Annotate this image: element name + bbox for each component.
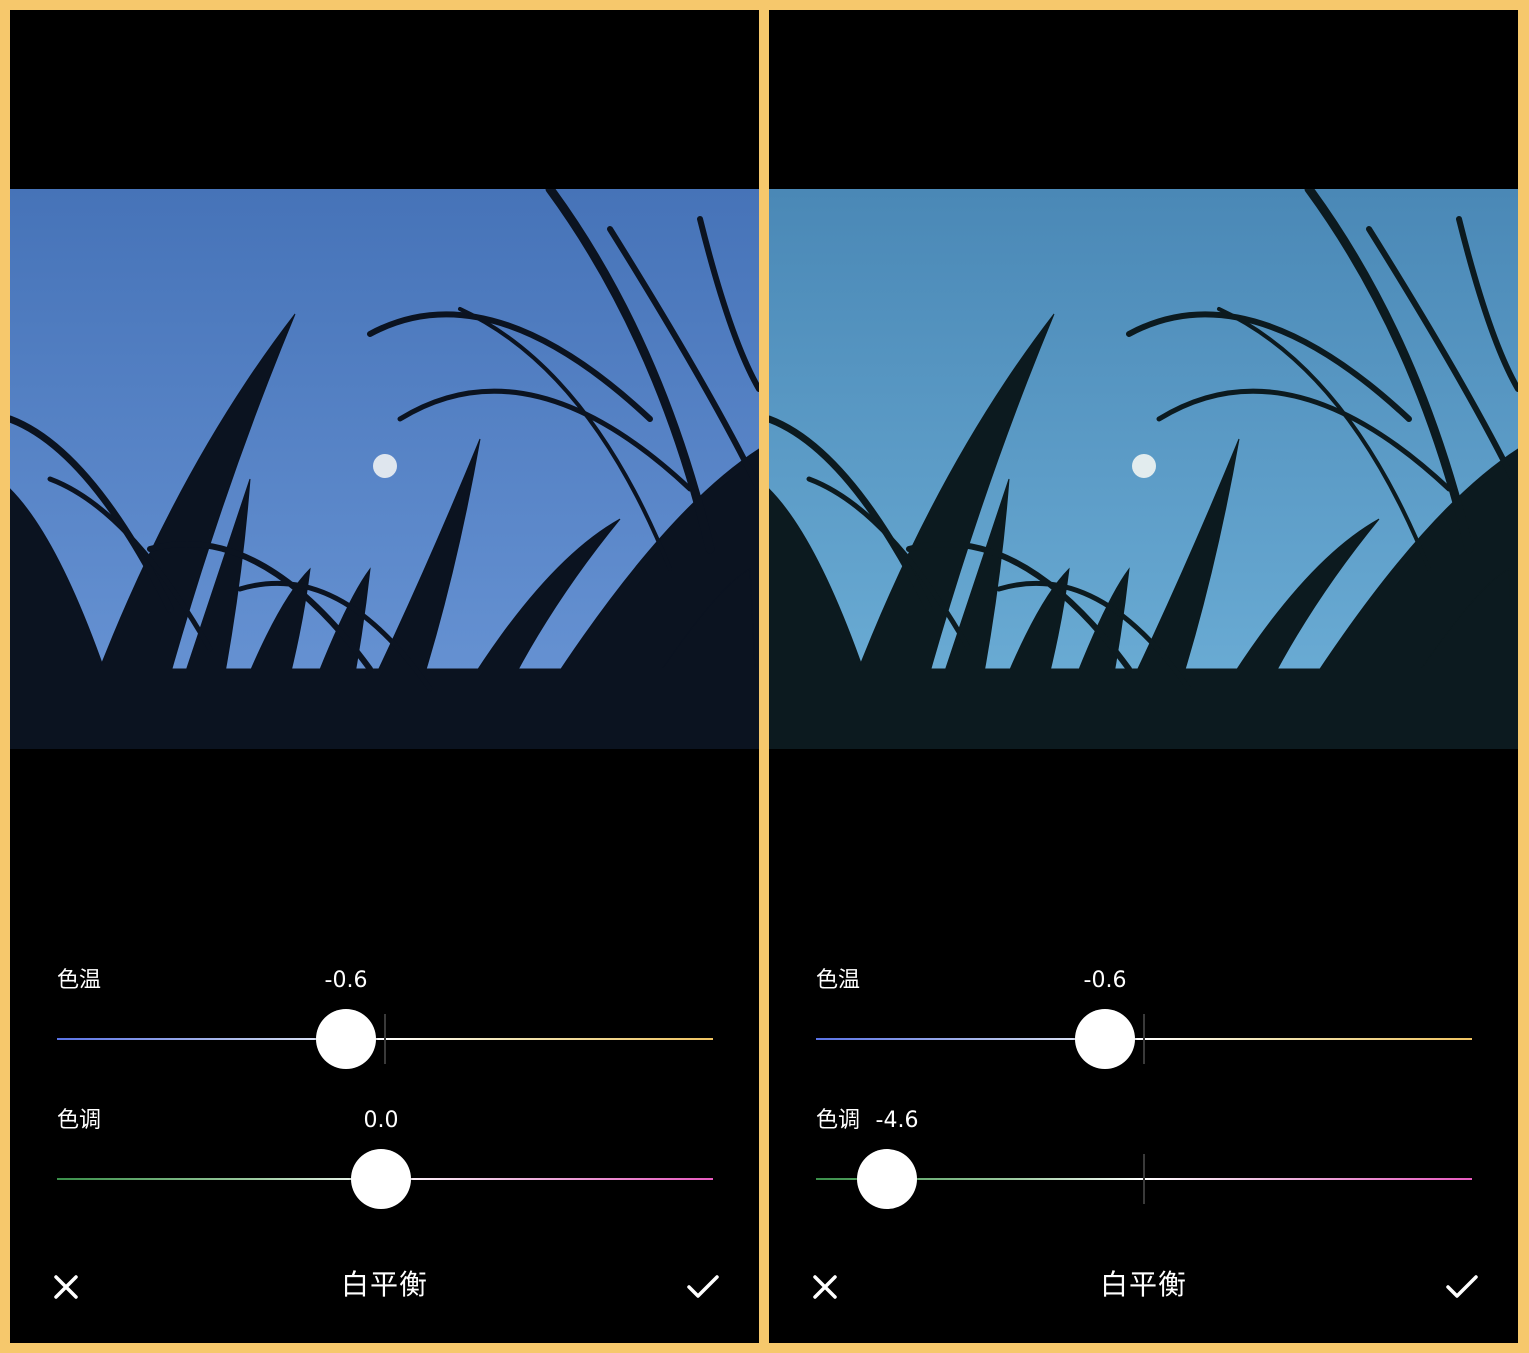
tint-slider-knob[interactable] [351, 1149, 411, 1209]
confirm-button[interactable] [681, 1265, 725, 1309]
tint-center-tick [1143, 1154, 1145, 1204]
temperature-center-tick [384, 1014, 386, 1064]
tint-label: 色调 [57, 1108, 102, 1133]
temperature-slider-knob[interactable] [1075, 1009, 1135, 1069]
panel-title: 白平衡 [340, 1268, 428, 1301]
check-icon [687, 1275, 719, 1298]
tint-label: 色调 [816, 1108, 861, 1133]
temperature-value: -0.6 [1083, 968, 1127, 993]
photo-preview [10, 189, 759, 749]
temperature-slider-knob[interactable] [316, 1009, 376, 1069]
photo-preview [769, 189, 1518, 749]
temperature-center-tick [1143, 1014, 1145, 1064]
temperature-value: -0.6 [324, 968, 368, 993]
confirm-button[interactable] [1440, 1265, 1484, 1309]
editor-panel-after: 色温 -0.6 色调 -4.6 白平衡 [769, 10, 1518, 1343]
editor-panel-before: 色温 -0.6 色调 0.0 白平衡 [10, 10, 759, 1343]
temperature-label: 色温 [57, 968, 102, 993]
photo-image [769, 189, 1518, 749]
check-icon [1446, 1275, 1478, 1298]
panel-title: 白平衡 [1099, 1268, 1187, 1301]
tint-slider-knob[interactable] [857, 1149, 917, 1209]
temperature-label: 色温 [816, 968, 861, 993]
tint-value: -4.6 [875, 1108, 919, 1133]
photo-image [10, 189, 759, 749]
tint-value: 0.0 [363, 1108, 399, 1133]
